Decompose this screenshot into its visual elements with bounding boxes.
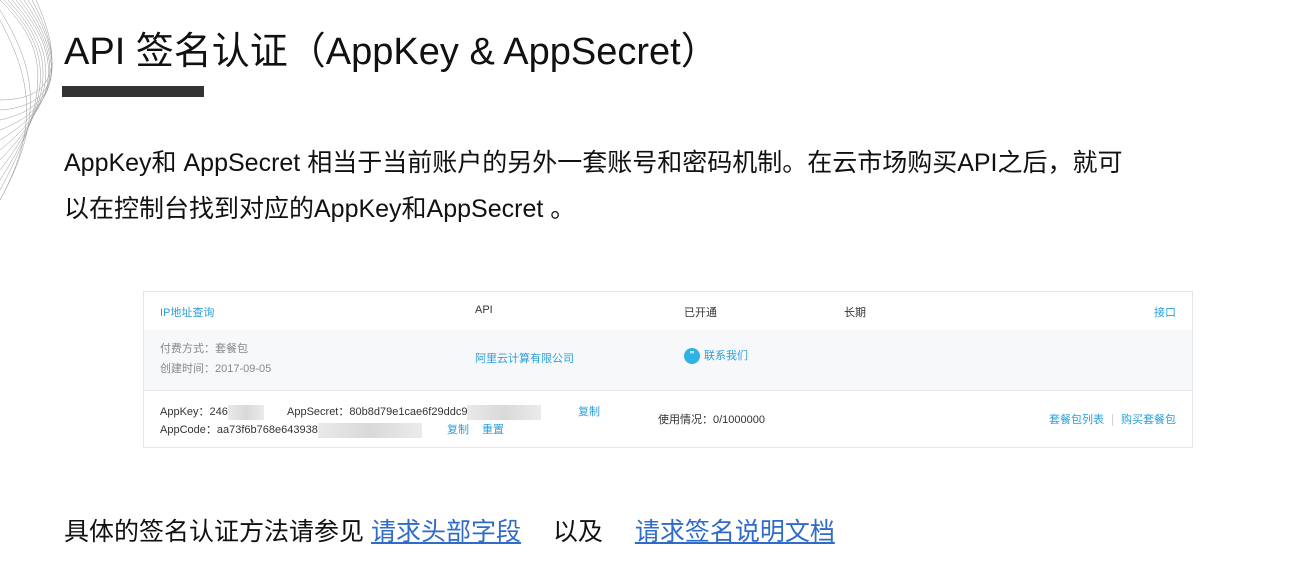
- usage-text: 使用情况：0/1000000: [658, 414, 765, 426]
- api-status: 已开通: [684, 307, 717, 319]
- copy-appcode-button[interactable]: 复制: [447, 421, 469, 437]
- appkey-redaction: [227, 404, 264, 420]
- appsecret-label: AppSecret：: [287, 406, 350, 418]
- contact-us-link[interactable]: " 联系我们: [684, 347, 748, 365]
- appsecret-value: 80b8d79e1cae6f29ddc9: [349, 406, 468, 418]
- appkey-value: 246: [209, 406, 228, 418]
- api-info-row: 付费方式：套餐包 创建时间：2017-09-05 阿里云计算有限公司 " 联系我们: [144, 330, 1192, 391]
- copy-appsecret-button[interactable]: 复制: [578, 403, 600, 419]
- footer-middle: 以及: [552, 518, 603, 546]
- appcode-label: AppCode：: [160, 424, 217, 436]
- provider-link[interactable]: 阿里云计算有限公司: [475, 350, 574, 366]
- appkey-label: AppKey：: [160, 406, 210, 418]
- title-underline-bar: [62, 86, 204, 97]
- signature-doc-link[interactable]: 请求签名说明文档: [635, 518, 835, 546]
- appcode-value: aa73f6b768e643938: [216, 424, 318, 436]
- appcode-redaction: [317, 422, 422, 438]
- api-type: API: [475, 304, 493, 316]
- api-header-row: IP地址查询 API 已开通 长期 接口: [144, 292, 1192, 331]
- appkey-field: AppKey：246: [160, 403, 264, 420]
- appsecret-field: AppSecret：80b8d79e1cae6f29ddc9: [287, 403, 542, 420]
- reset-appcode-button[interactable]: 重置: [482, 421, 504, 437]
- buy-plan-link[interactable]: 购买套餐包: [1121, 414, 1176, 426]
- appsecret-redaction: [467, 404, 542, 420]
- api-name-link[interactable]: IP地址查询: [160, 304, 214, 320]
- appcode-field: AppCode：aa73f6b768e643938: [160, 421, 422, 438]
- chat-bubble-icon: ": [684, 348, 700, 365]
- api-term: 长期: [844, 307, 866, 319]
- plan-actions: 套餐包列表 购买套餐包: [1049, 411, 1176, 427]
- intro-line-1: AppKey和 AppSecret 相当于当前账户的另外一套账号和密码机制。在云…: [64, 149, 1123, 177]
- actions-divider: [1112, 414, 1113, 427]
- api-console-screenshot: IP地址查询 API 已开通 长期 接口 付费方式：套餐包 创建时间：2017-…: [143, 291, 1193, 448]
- footer-prefix: 具体的签名认证方法请参见: [64, 518, 365, 546]
- api-interface-link[interactable]: 接口: [1154, 304, 1176, 320]
- request-headers-link[interactable]: 请求头部字段: [371, 518, 521, 546]
- plan-list-link[interactable]: 套餐包列表: [1049, 414, 1104, 426]
- footer-reference: 具体的签名认证方法请参见 请求头部字段 以及 请求签名说明文档: [64, 512, 835, 552]
- created-time: 创建时间：2017-09-05: [160, 363, 272, 375]
- api-credentials-row: AppKey：246 AppSecret：80b8d79e1cae6f29ddc…: [144, 390, 1192, 447]
- intro-paragraph: AppKey和 AppSecret 相当于当前账户的另外一套账号和密码机制。在云…: [64, 140, 1289, 232]
- contact-us-label: 联系我们: [704, 350, 748, 362]
- slide-title: API 签名认证（AppKey & AppSecret）: [64, 31, 719, 73]
- pay-method: 付费方式：套餐包: [160, 343, 248, 355]
- intro-line-2: 以在控制台找到对应的AppKey和AppSecret 。: [64, 195, 576, 223]
